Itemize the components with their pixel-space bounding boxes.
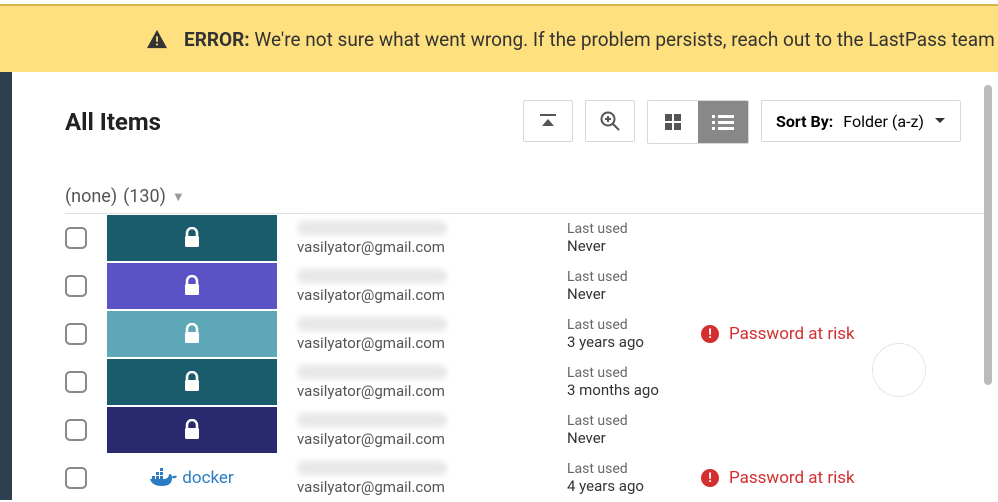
site-tile (107, 407, 277, 453)
name-column: vasilyator@gmail.com (297, 221, 567, 256)
name-column: vasilyator@gmail.com (297, 317, 567, 352)
list-item[interactable]: vasilyator@gmail.comLast usedNever (65, 214, 986, 262)
name-column: vasilyator@gmail.com (297, 269, 567, 304)
chevron-down-icon (934, 117, 946, 125)
email: vasilyator@gmail.com (297, 478, 567, 496)
last-used-column: Last used4 years ago (567, 461, 697, 495)
controls: Sort By: Folder (a-z) (523, 100, 961, 144)
site-tile (107, 263, 277, 309)
site-tile (107, 359, 277, 405)
alert-text: Password at risk (729, 324, 855, 344)
row-checkbox[interactable] (65, 323, 87, 345)
item-list: vasilyator@gmail.comLast usedNevervasily… (65, 214, 986, 502)
page-title: All Items (65, 108, 161, 136)
list-item[interactable]: vasilyator@gmail.comLast usedNever (65, 262, 986, 310)
alert-text: Password at risk (729, 468, 855, 488)
email: vasilyator@gmail.com (297, 238, 567, 256)
site-tile: docker (107, 455, 277, 501)
row-checkbox[interactable] (65, 275, 87, 297)
sort-value: Folder (a-z) (843, 112, 924, 131)
last-used-label: Last used (567, 413, 697, 429)
chevron-down-icon: ▼ (172, 189, 185, 205)
error-prefix: ERROR: (184, 28, 250, 51)
last-used-column: Last used3 years ago (567, 317, 697, 351)
loading-indicator (872, 343, 926, 397)
row-checkbox[interactable] (65, 371, 87, 393)
name-column: vasilyator@gmail.com (297, 461, 567, 496)
error-message: We're not sure what went wrong. If the p… (254, 28, 994, 51)
email: vasilyator@gmail.com (297, 382, 567, 400)
group-name: (none) (65, 186, 117, 207)
left-nav-bar (0, 72, 12, 500)
last-used-value: Never (567, 237, 697, 255)
alert-icon: ! (701, 469, 719, 487)
sort-dropdown[interactable]: Sort By: Folder (a-z) (761, 100, 961, 142)
site-name-redacted (297, 365, 447, 379)
last-used-column: Last usedNever (567, 221, 697, 255)
last-used-value: Never (567, 429, 697, 447)
view-toggle (647, 100, 749, 144)
sort-label: Sort By: (776, 112, 833, 131)
zoom-button[interactable] (585, 100, 635, 142)
group-header[interactable]: (none) (130) ▼ (65, 186, 986, 207)
email: vasilyator@gmail.com (297, 286, 567, 304)
site-tile (107, 215, 277, 261)
password-risk-alert: ! Password at risk (701, 324, 855, 344)
password-risk-alert: ! Password at risk (701, 468, 855, 488)
last-used-column: Last used3 months ago (567, 365, 697, 399)
row-checkbox[interactable] (65, 467, 87, 489)
last-used-column: Last usedNever (567, 413, 697, 447)
site-name-redacted (297, 461, 447, 475)
site-name-redacted (297, 221, 447, 235)
grid-view-button[interactable] (648, 101, 698, 143)
warning-icon (146, 29, 168, 49)
row-checkbox[interactable] (65, 419, 87, 441)
list-item[interactable]: docker vasilyator@gmail.comLast used4 yea… (65, 454, 986, 502)
scrollbar[interactable] (984, 85, 992, 385)
main-content: All Items Sort By: Folder (a-z) (40, 85, 986, 500)
site-tile (107, 311, 277, 357)
alert-icon: ! (701, 325, 719, 343)
site-name-redacted (297, 269, 447, 283)
list-item[interactable]: vasilyator@gmail.comLast usedNever (65, 406, 986, 454)
last-used-label: Last used (567, 221, 697, 237)
group-count: (130) (123, 186, 166, 207)
name-column: vasilyator@gmail.com (297, 365, 567, 400)
site-name-redacted (297, 413, 447, 427)
list-view-button[interactable] (698, 101, 748, 143)
last-used-label: Last used (567, 365, 697, 381)
last-used-label: Last used (567, 461, 697, 477)
error-banner: ERROR: We're not sure what went wrong. I… (0, 4, 998, 72)
last-used-column: Last usedNever (567, 269, 697, 303)
site-name-redacted (297, 317, 447, 331)
name-column: vasilyator@gmail.com (297, 413, 567, 448)
email: vasilyator@gmail.com (297, 334, 567, 352)
last-used-value: 3 years ago (567, 333, 697, 351)
last-used-label: Last used (567, 269, 697, 285)
last-used-label: Last used (567, 317, 697, 333)
row-checkbox[interactable] (65, 227, 87, 249)
list-item[interactable]: vasilyator@gmail.comLast used3 years ago… (65, 310, 986, 358)
collapse-button[interactable] (523, 100, 573, 142)
last-used-value: Never (567, 285, 697, 303)
email: vasilyator@gmail.com (297, 430, 567, 448)
last-used-value: 3 months ago (567, 381, 697, 399)
last-used-value: 4 years ago (567, 477, 697, 495)
header: All Items Sort By: Folder (a-z) (40, 85, 986, 154)
list-item[interactable]: vasilyator@gmail.comLast used3 months ag… (65, 358, 986, 406)
error-text: ERROR: We're not sure what went wrong. I… (184, 28, 995, 51)
